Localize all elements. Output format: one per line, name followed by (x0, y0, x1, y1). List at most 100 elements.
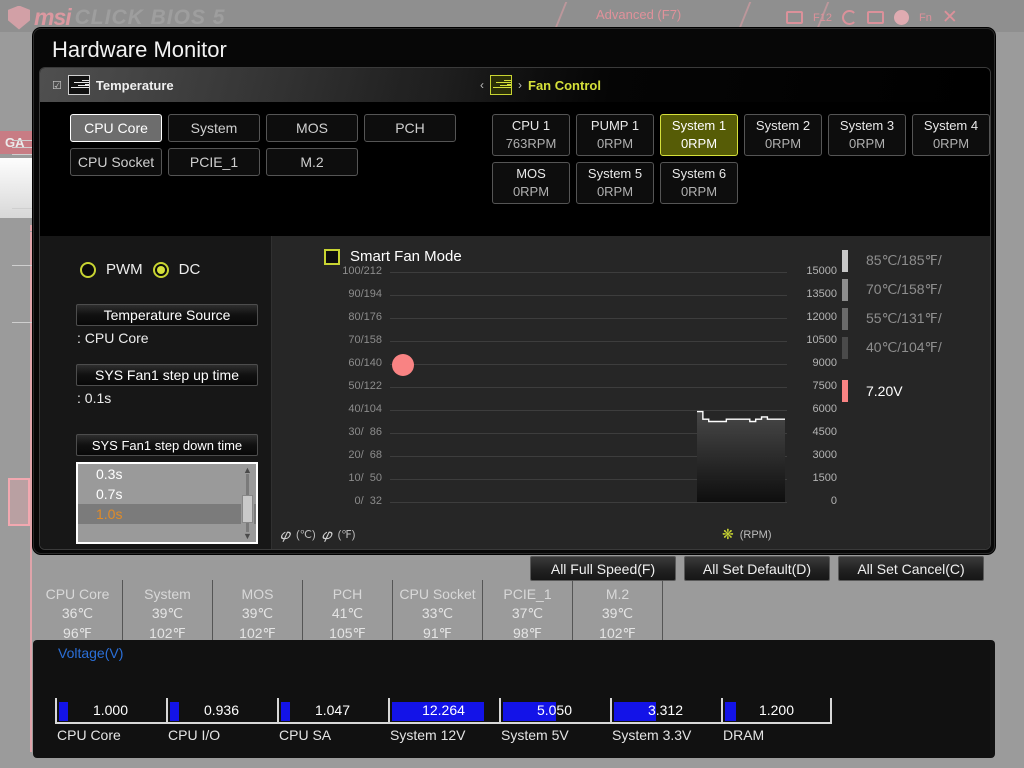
temp-readout: PCIE_1 37℃ 98℉ (483, 580, 573, 641)
legend-temp: 55℃/131℉/ (866, 310, 942, 326)
legend-item: 55℃/131℉/ 8.40V (842, 304, 990, 333)
bios-side-panel (0, 158, 34, 218)
voltage-label: System 12V (390, 727, 466, 743)
tab-cpu-core[interactable]: CPU Core (70, 114, 162, 142)
y-axis-tick-temperature: 0/ 32 (354, 495, 382, 507)
fan-tab-system-1[interactable]: System 1 0RPM (660, 114, 738, 156)
legend-item: 85℃/185℉/ 12.00V (842, 246, 990, 275)
screenshot-key-label: F12 (813, 11, 832, 24)
tab-m2[interactable]: M.2 (266, 148, 358, 176)
legend-voltage: 8.40V (986, 311, 990, 327)
dropdown-option-0[interactable]: 0.3s (78, 464, 256, 484)
y-axis-tick-temperature: 70/158 (348, 334, 382, 346)
advanced-mode-label[interactable]: Advanced (F7) (596, 7, 681, 22)
step-down-time-button[interactable]: SYS Fan1 step down time (76, 434, 258, 456)
fan-tab-system-6[interactable]: System 6 0RPM (660, 162, 738, 204)
y-axis-tick-rpm: 0 (830, 495, 837, 507)
y-axis-tick-rpm: 12000 (806, 311, 837, 323)
voltage-item: 3.312 System 3.3V (610, 698, 721, 750)
scroll-down-icon[interactable]: ▼ (243, 532, 252, 541)
tab-system[interactable]: System (168, 114, 260, 142)
voltage-panel: Voltage(V) 1.000 CPU Core 0.936 CPU I/O 1.04… (33, 640, 995, 758)
celsius-unit: (℃) (295, 529, 316, 541)
temp-celsius: 36℃ (61, 605, 94, 622)
y-axis-tick-rpm: 7500 (812, 380, 837, 392)
fan-rpm: 0RPM (596, 184, 634, 199)
legend-swatch (842, 336, 848, 359)
fan-tab-system-3[interactable]: System 3 0RPM (828, 114, 906, 156)
voltage-item: 1.200 DRAM (721, 698, 832, 750)
temperature-source-button[interactable]: Temperature Source (76, 304, 258, 326)
y-axis-tick-temperature: 20/ 68 (348, 449, 382, 461)
fan-settings-pane: PWM DC Temperature Source : CPU Core SYS… (40, 236, 272, 549)
fan-name: PUMP 1 (590, 118, 640, 134)
fan-tab-pump-1[interactable]: PUMP 1 0RPM (576, 114, 654, 156)
all-full-speed-button[interactable]: All Full Speed(F) (530, 556, 676, 581)
radio-pwm-label: PWM (106, 261, 143, 278)
fan-mode-radio-group: PWM DC (80, 261, 200, 278)
dropdown-option-1[interactable]: 0.7s (78, 484, 256, 504)
footer-buttons: All Full Speed(F) All Set Default(D) All… (530, 556, 984, 581)
voltage-panel-title: Voltage(V) (58, 645, 124, 661)
fan-tab-system-5[interactable]: System 5 0RPM (576, 162, 654, 204)
image-icon[interactable] (866, 11, 884, 24)
all-set-cancel-button[interactable]: All Set Cancel(C) (838, 556, 984, 581)
y-axis-tick-temperature: 50/122 (348, 380, 382, 392)
scroll-up-icon[interactable]: ▲ (243, 466, 252, 475)
chevron-left-icon[interactable]: ‹ (480, 78, 484, 92)
msi-logo: msi CLICK BIOS 5 (8, 4, 226, 31)
step-down-time-dropdown[interactable]: 0.3s 0.7s 1.0s ▲ ▼ (76, 462, 258, 544)
temp-name: CPU Socket (399, 586, 476, 602)
y-axis-tick-rpm: 1500 (812, 472, 837, 484)
checkbox-icon[interactable]: ☑ (52, 79, 62, 92)
radio-pwm[interactable] (80, 261, 96, 278)
voltage-item: 1.000 CPU Core (55, 698, 166, 750)
fan-rpm: 763RPM (505, 136, 557, 151)
dropdown-scrollbar[interactable]: ▲ ▼ (241, 466, 254, 541)
voltage-label: System 5V (501, 727, 569, 743)
msi-shield-icon (8, 5, 30, 30)
hardware-monitor-dialog: Hardware Monitor About Help X ☑ Temperat… (33, 28, 995, 554)
temp-readout: M.2 39℃ 102℉ (573, 580, 663, 641)
fn-label: Fn (918, 11, 932, 24)
tab-cpu-socket[interactable]: CPU Socket (70, 148, 162, 176)
fan-tab-cpu-1[interactable]: CPU 1 763RPM (492, 114, 570, 156)
fan-tab-system-2[interactable]: System 2 0RPM (744, 114, 822, 156)
all-set-default-button[interactable]: All Set Default(D) (684, 556, 830, 581)
voltage-label: CPU I/O (168, 727, 221, 743)
fan-tab-system-4[interactable]: System 4 0RPM (912, 114, 990, 156)
bios-toolbar-icons: F12 Fn ✕ (786, 6, 958, 29)
close-icon[interactable]: ✕ (942, 6, 958, 29)
radio-dc[interactable] (152, 261, 169, 278)
refresh-icon[interactable] (841, 10, 857, 25)
rpm-unit: (RPM) (739, 528, 772, 541)
chevron-right-icon[interactable]: › (518, 78, 522, 92)
temp-name: M.2 (605, 586, 630, 602)
fn-icon[interactable] (893, 10, 909, 25)
dropdown-option-2[interactable]: 1.0s (78, 504, 256, 524)
fan-curve-pane: Smart Fan Mode 100/212 15000 90/194 13500 80… (272, 236, 990, 549)
temp-readout: CPU Core 36℃ 96℉ (33, 580, 123, 641)
chart-legend: 85℃/185℉/ 12.00V 70℃/158℉/ 10.80V 55℃/13… (842, 246, 990, 405)
legend-item: 70℃/158℉/ 10.80V (842, 275, 990, 304)
chart-gridline (390, 295, 787, 296)
tab-pcie-1[interactable]: PCIE_1 (168, 148, 260, 176)
y-axis-tick-rpm: 3000 (812, 449, 837, 461)
bios-name: CLICK BIOS 5 (74, 5, 226, 29)
temp-readout: PCH 41℃ 105℉ (303, 580, 393, 641)
thermometer-icon: 𝜑 (280, 526, 290, 542)
legend-swatch (842, 307, 848, 330)
scrollbar-thumb[interactable] (242, 494, 253, 523)
screenshot-icon[interactable] (786, 11, 803, 24)
fan-curve-control-point[interactable] (392, 354, 414, 376)
scrollbar-track[interactable] (242, 474, 253, 532)
fan-tab-mos[interactable]: MOS 0RPM (492, 162, 570, 204)
tab-pch[interactable]: PCH (364, 114, 456, 142)
legend-swatch (842, 249, 848, 272)
voltage-label: CPU Core (57, 727, 121, 743)
temp-name: MOS (241, 586, 274, 602)
step-up-time-button[interactable]: SYS Fan1 step up time (76, 364, 258, 386)
tab-mos[interactable]: MOS (266, 114, 358, 142)
fan-rpm: 0RPM (932, 136, 970, 151)
content-frame: ☑ Temperature ‹ › Fan Control CPU Core S… (39, 67, 991, 550)
